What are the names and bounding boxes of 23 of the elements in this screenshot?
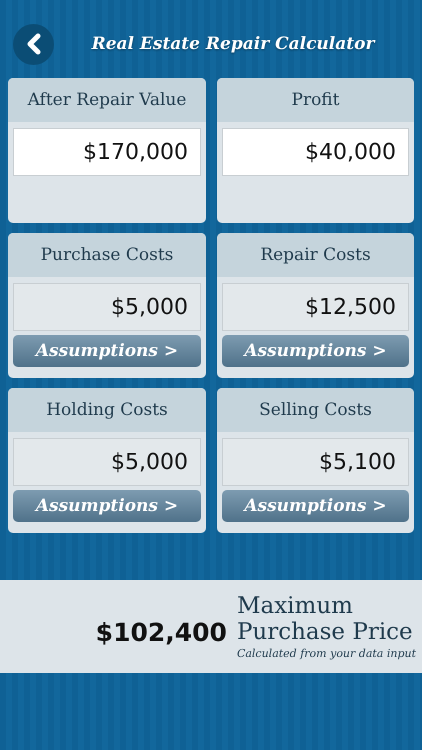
assumptions-button[interactable]: Assumptions > [13, 490, 201, 522]
result-amount: $102,400 [96, 618, 227, 647]
result-title: Purchase Price [236, 619, 414, 645]
assumptions-button[interactable]: Assumptions > [13, 335, 201, 367]
back-icon [26, 33, 42, 55]
card-label: After Repair Value [28, 90, 186, 110]
value-field: $12,500 [222, 283, 409, 331]
card-label: Holding Costs [46, 400, 168, 420]
card-label: Profit [292, 90, 340, 110]
card-label: Purchase Costs [40, 245, 174, 265]
value-field: $5,000 [13, 438, 201, 486]
value-field: $5,000 [13, 283, 201, 331]
assumptions-button[interactable]: Assumptions > [222, 490, 409, 522]
result-note: Calculated from your data input [236, 647, 416, 660]
card-label: Selling Costs [259, 400, 372, 420]
value-field[interactable]: $40,000 [222, 128, 409, 176]
back-button[interactable] [13, 24, 54, 64]
value-field: $5,100 [222, 438, 409, 486]
result-title: Maximum [236, 593, 354, 619]
assumptions-button[interactable]: Assumptions > [222, 335, 409, 367]
card-label: Repair Costs [260, 245, 371, 265]
screen-title: Real Estate Repair Calculator [90, 34, 376, 54]
value-field[interactable]: $170,000 [13, 128, 201, 176]
